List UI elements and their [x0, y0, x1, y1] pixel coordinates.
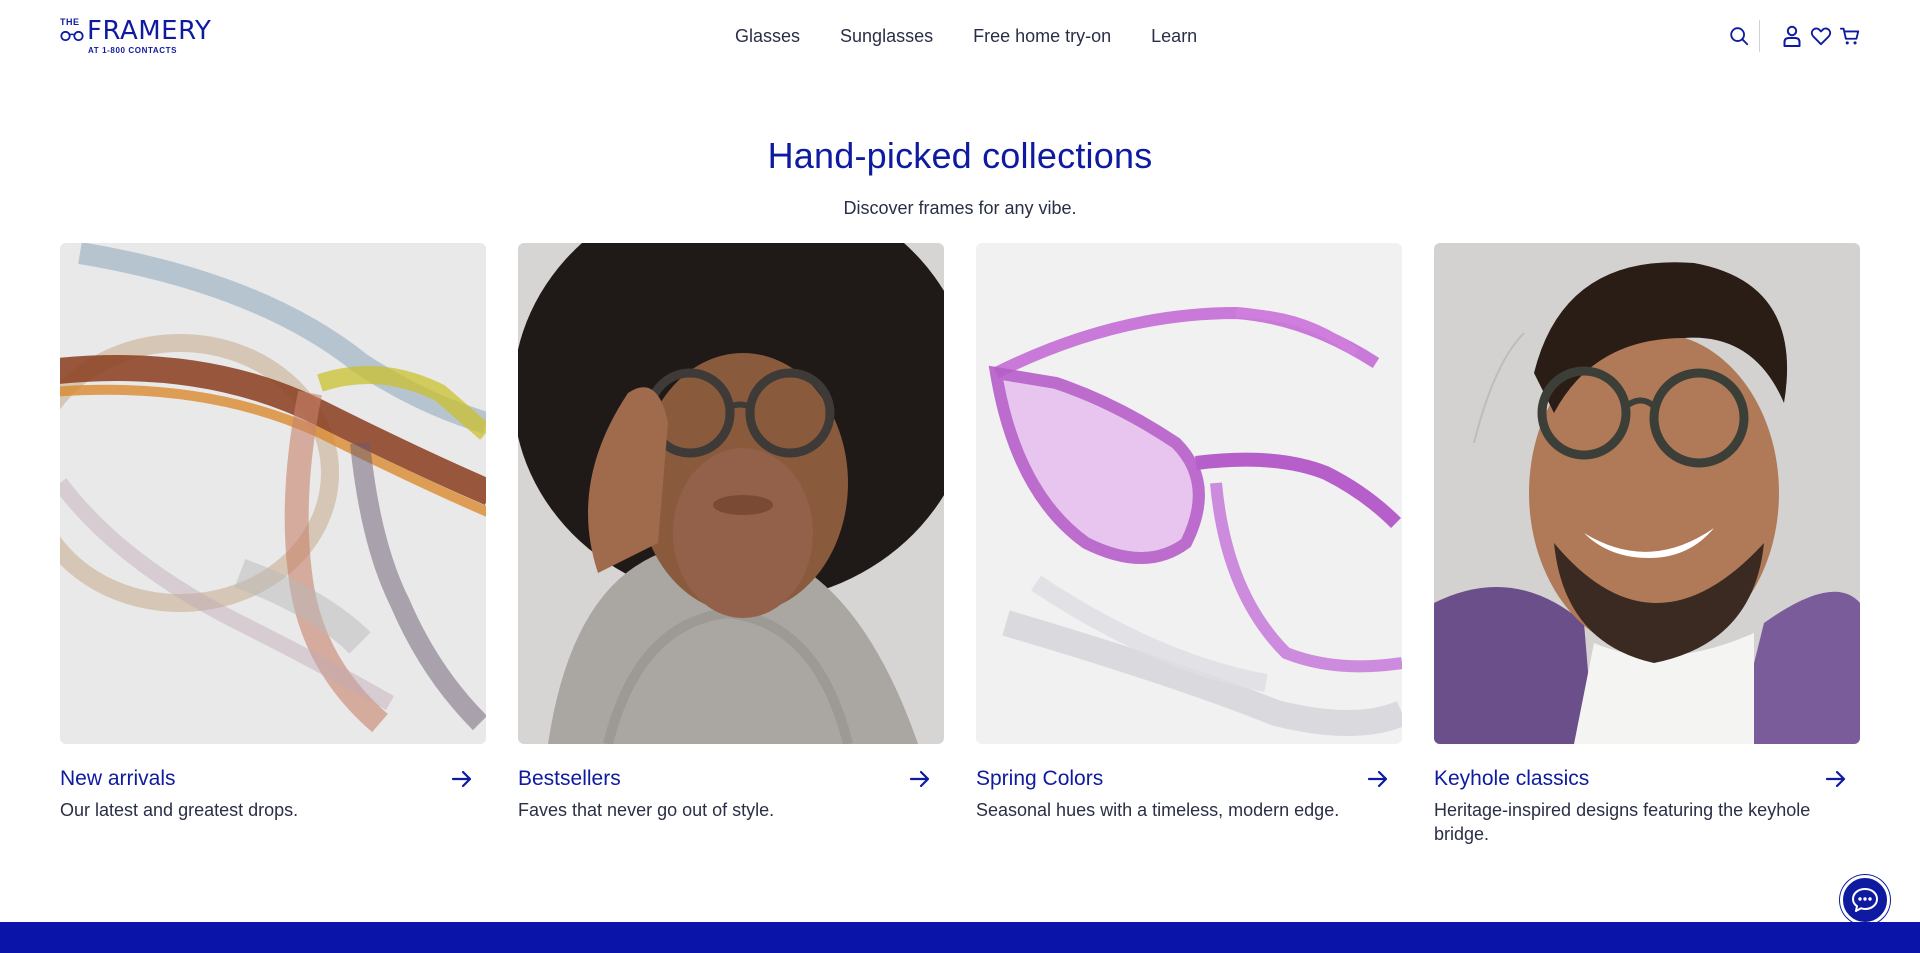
arrow-right-icon[interactable] — [1824, 767, 1848, 791]
heart-icon[interactable] — [1809, 24, 1833, 48]
arrow-right-icon[interactable] — [908, 767, 932, 791]
card-title-row[interactable]: Spring Colors — [976, 766, 1402, 792]
main-nav: Glasses Sunglasses Free home try-on Lear… — [735, 24, 1237, 48]
search-icon[interactable] — [1727, 24, 1751, 48]
nav-learn[interactable]: Learn — [1151, 24, 1197, 48]
card-description: Heritage-inspired designs featuring the … — [1434, 800, 1811, 844]
nav-sunglasses[interactable]: Sunglasses — [840, 24, 933, 48]
collection-card-bestsellers[interactable]: Bestsellers Faves that never go out of s… — [518, 243, 944, 846]
section-title: Hand-picked collections — [767, 135, 1153, 176]
bestsellers-image[interactable] — [518, 243, 944, 744]
account-icon[interactable] — [1780, 24, 1804, 48]
spring-colors-image[interactable] — [976, 243, 1402, 744]
card-title[interactable]: Bestsellers — [518, 766, 621, 792]
chat-button[interactable] — [1840, 875, 1890, 925]
card-title[interactable]: New arrivals — [60, 766, 176, 792]
card-title[interactable]: Spring Colors — [976, 766, 1103, 792]
arrow-right-icon[interactable] — [450, 767, 474, 791]
footer-bar — [0, 922, 1920, 953]
card-description: Our latest and greatest drops. — [60, 800, 299, 820]
card-description: Seasonal hues with a timeless, modern ed… — [976, 800, 1340, 820]
collection-card-new-arrivals[interactable]: New arrivals Our latest and greatest dro… — [60, 243, 486, 846]
header-icons — [1727, 20, 1862, 52]
header-divider — [1759, 20, 1760, 52]
card-title-row[interactable]: Bestsellers — [518, 766, 944, 792]
card-title-row[interactable]: Keyhole classics — [1434, 766, 1860, 792]
arrow-right-icon[interactable] — [1366, 767, 1390, 791]
chat-bubble-icon — [1852, 888, 1878, 912]
collection-cards: New arrivals Our latest and greatest dro… — [60, 243, 1860, 846]
logo-wordmark: FRAMERY — [87, 16, 212, 46]
card-title[interactable]: Keyhole classics — [1434, 766, 1589, 792]
collection-card-spring-colors[interactable]: Spring Colors Seasonal hues with a timel… — [976, 243, 1402, 846]
keyhole-classics-image[interactable] — [1434, 243, 1860, 744]
logo-subtitle: AT 1-800 CONTACTS — [88, 46, 178, 55]
card-description: Faves that never go out of style. — [518, 800, 775, 820]
framery-logo[interactable]: THE FRAMERY AT 1-800 CONTACTS — [60, 16, 211, 56]
site-header: THE FRAMERY AT 1-800 CONTACTS Glasses Su… — [0, 0, 1920, 72]
logo-the: THE — [60, 17, 80, 27]
card-title-row[interactable]: New arrivals — [60, 766, 486, 792]
glasses-logo-icon — [60, 30, 84, 42]
cart-icon[interactable] — [1838, 24, 1862, 48]
nav-glasses[interactable]: Glasses — [735, 24, 800, 48]
collection-card-keyhole-classics[interactable]: Keyhole classics Heritage-inspired desig… — [1434, 243, 1860, 846]
new-arrivals-image[interactable] — [60, 243, 486, 744]
section-subtitle: Discover frames for any vibe. — [843, 198, 1077, 218]
nav-free-home-try-on[interactable]: Free home try-on — [973, 24, 1111, 48]
